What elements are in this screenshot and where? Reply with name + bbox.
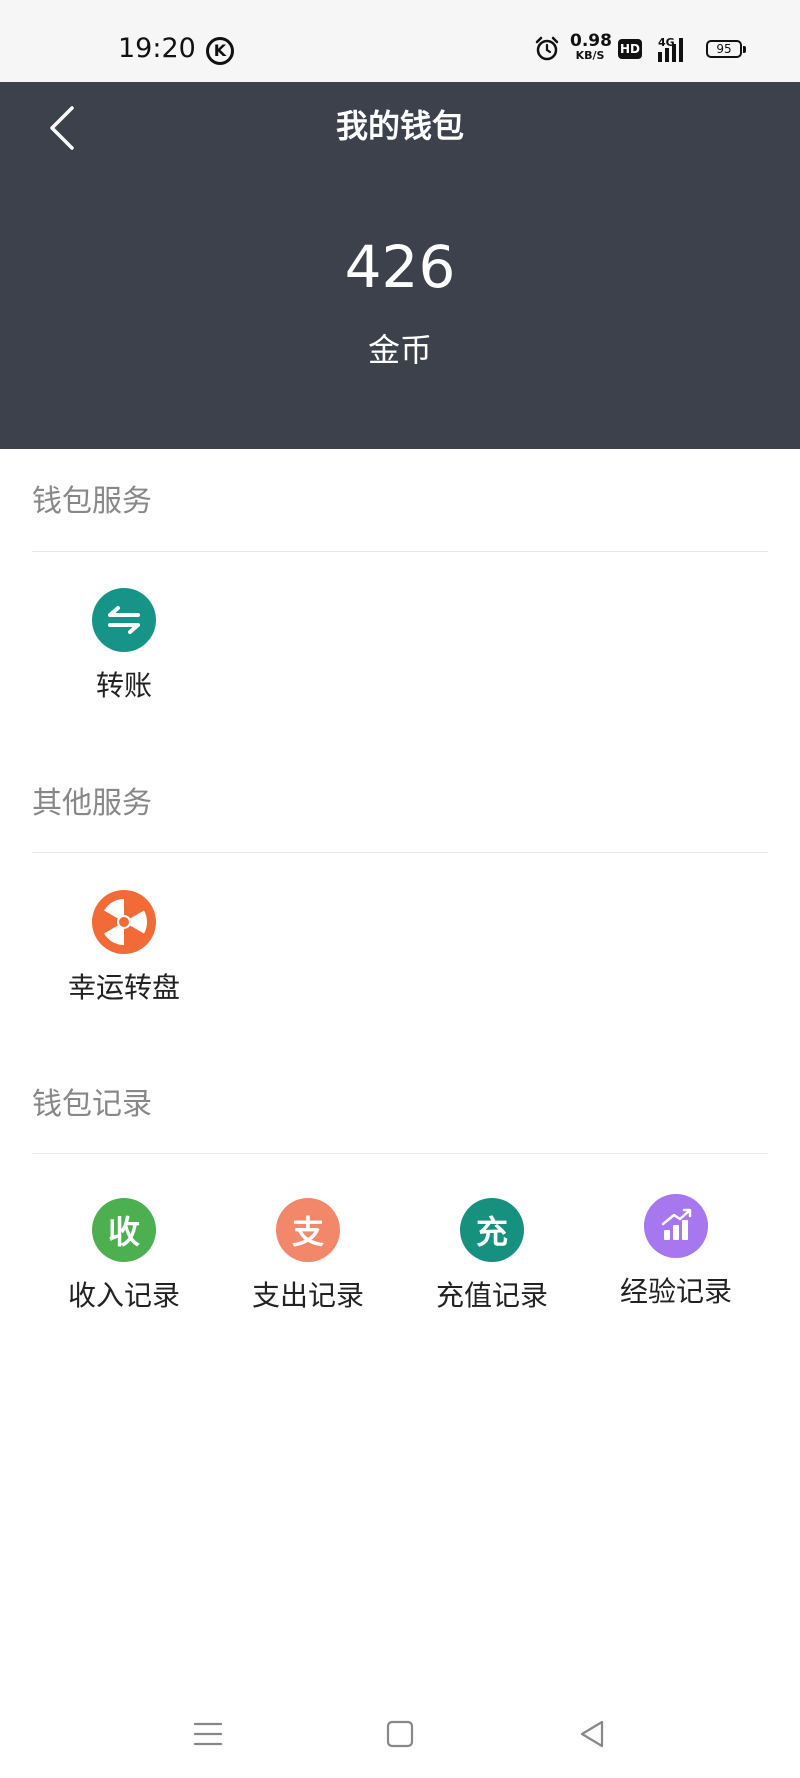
section-title-wallet-records: 钱包记录: [32, 1087, 152, 1122]
net-speed: 0.98 KB/S: [570, 31, 612, 62]
lucky-wheel-icon: [92, 890, 156, 954]
expense-icon: 支: [276, 1198, 340, 1262]
page-title: 我的钱包: [335, 107, 464, 145]
transfer-label: 转账: [95, 669, 152, 702]
hd-badge-icon: HD: [618, 39, 642, 59]
lucky-wheel-label: 幸运转盘: [67, 971, 180, 1004]
experience-records-button[interactable]: 经验记录: [584, 1194, 768, 1312]
carrier-badge-icon: K: [206, 37, 234, 65]
back-icon: [580, 1720, 604, 1748]
net-speed-value: 0.98: [570, 31, 612, 51]
home-icon: [386, 1720, 414, 1748]
recharge-records-button[interactable]: 充 充值记录: [400, 1198, 584, 1316]
divider: [32, 1153, 768, 1154]
experience-chart-icon: [644, 1194, 708, 1258]
section-title-wallet-services: 钱包服务: [32, 484, 152, 519]
signal-icon: 4G: [658, 36, 683, 62]
system-nav-bar: [0, 1690, 800, 1778]
wallet-header: 我的钱包 426 金币: [0, 82, 800, 449]
experience-records-label: 经验记录: [619, 1275, 732, 1308]
recharge-records-label: 充值记录: [435, 1279, 548, 1312]
lucky-wheel-button[interactable]: 幸运转盘: [32, 890, 216, 1008]
section-title-other-services: 其他服务: [32, 786, 152, 821]
income-records-button[interactable]: 收 收入记录: [32, 1198, 216, 1316]
menu-icon: [193, 1722, 223, 1746]
status-bar: 19:20 K 0.98 KB/S HD 4G 95: [0, 0, 800, 82]
alarm-icon: [535, 36, 559, 61]
home-button[interactable]: [370, 1704, 430, 1764]
coin-balance-unit: 金币: [367, 331, 432, 369]
transfer-icon: [92, 588, 156, 652]
divider: [32, 551, 768, 552]
income-records-label: 收入记录: [67, 1279, 180, 1312]
menu-button[interactable]: [178, 1704, 238, 1764]
recharge-icon: 充: [460, 1198, 524, 1262]
transfer-button[interactable]: 转账: [32, 588, 216, 706]
status-time: 19:20: [118, 33, 196, 64]
nav-back-button[interactable]: [562, 1704, 622, 1764]
battery-icon: 95: [706, 40, 746, 58]
coin-balance: 426: [344, 233, 456, 301]
net-speed-unit: KB/S: [575, 49, 605, 62]
expense-records-button[interactable]: 支 支出记录: [216, 1198, 400, 1316]
divider: [32, 852, 768, 853]
income-icon: 收: [92, 1198, 156, 1262]
expense-records-label: 支出记录: [251, 1279, 364, 1312]
